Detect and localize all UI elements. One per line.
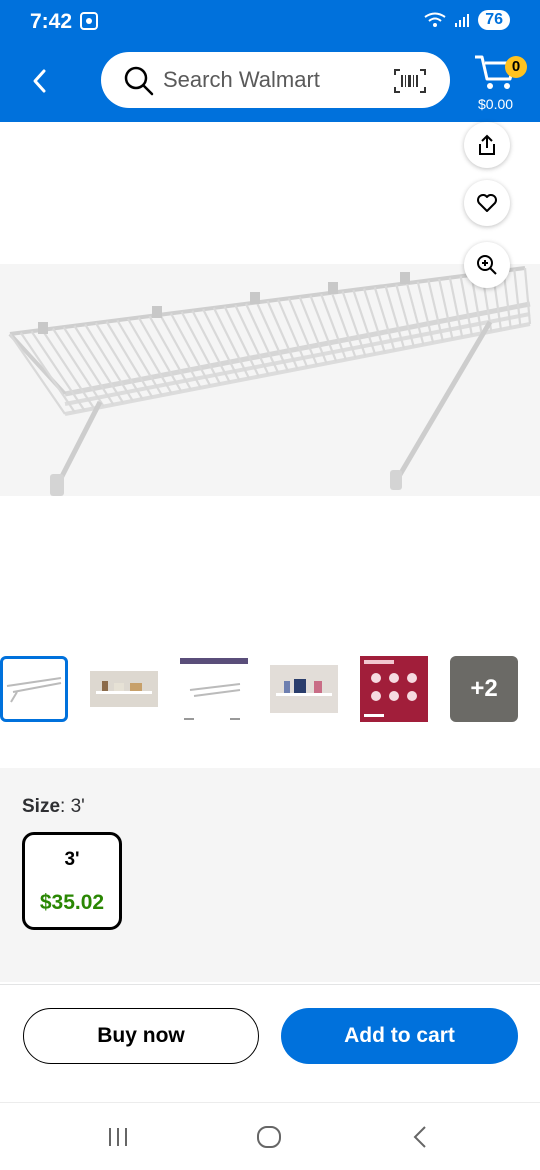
thumbnail-image bbox=[360, 656, 428, 722]
thumb-more-images[interactable]: +2 bbox=[450, 656, 518, 722]
add-to-cart-button[interactable]: Add to cart bbox=[281, 1008, 518, 1064]
wifi-icon bbox=[424, 12, 446, 27]
size-option-name: 3' bbox=[64, 849, 80, 870]
product-image-wire-shelf bbox=[8, 266, 532, 496]
purchase-action-bar: Buy now Add to cart bbox=[0, 984, 540, 1102]
size-heading: Size: 3' bbox=[22, 796, 85, 818]
zoom-button[interactable] bbox=[464, 242, 510, 288]
home-icon[interactable] bbox=[256, 1125, 282, 1149]
status-icons: 76 bbox=[424, 10, 510, 30]
more-images-count: +2 bbox=[470, 675, 498, 702]
search-icon bbox=[124, 66, 154, 96]
share-button[interactable] bbox=[464, 122, 510, 168]
favorite-button[interactable] bbox=[464, 180, 510, 226]
cart-button[interactable]: 0 $0.00 bbox=[472, 52, 532, 114]
cart-count-badge: 0 bbox=[505, 56, 527, 78]
cart-total: $0.00 bbox=[478, 96, 514, 112]
app-header: 7:42 76 0 $0.00 bbox=[0, 0, 540, 122]
thumbnail-strip: +2 bbox=[0, 654, 540, 726]
product-image-area[interactable] bbox=[0, 122, 540, 642]
status-time: 7:42 bbox=[30, 10, 73, 33]
signal-icon bbox=[455, 14, 470, 27]
thumbnail-image bbox=[180, 658, 248, 720]
size-option-3ft[interactable]: 3' $35.02 bbox=[22, 832, 122, 930]
battery-indicator: 76 bbox=[478, 10, 510, 30]
search-bar[interactable] bbox=[101, 52, 450, 108]
thumbnail-image bbox=[90, 671, 158, 707]
thumb-shelf-main[interactable] bbox=[0, 656, 68, 722]
system-nav-bar bbox=[0, 1102, 540, 1170]
barcode-scan-icon[interactable] bbox=[393, 68, 427, 94]
screen-record-icon bbox=[80, 12, 98, 35]
heart-icon bbox=[477, 194, 497, 212]
thumb-fixed-mount[interactable] bbox=[360, 656, 428, 722]
thumb-shelf-diagram[interactable] bbox=[180, 656, 248, 722]
size-option-price: $35.02 bbox=[39, 891, 105, 914]
zoom-in-icon bbox=[477, 255, 497, 275]
thumbnail-image bbox=[6, 677, 62, 703]
share-icon bbox=[479, 134, 495, 155]
thumbnail-image bbox=[270, 665, 338, 713]
size-label: Size bbox=[22, 796, 61, 817]
buy-now-button[interactable]: Buy now bbox=[23, 1008, 259, 1064]
back-nav-icon[interactable] bbox=[410, 1125, 430, 1149]
recent-apps-icon[interactable] bbox=[106, 1125, 130, 1149]
thumb-shelf-kitchen[interactable] bbox=[90, 656, 158, 722]
thumb-shelf-bath[interactable] bbox=[270, 656, 338, 722]
search-input[interactable] bbox=[163, 65, 383, 95]
back-button[interactable] bbox=[28, 66, 54, 96]
chevron-left-icon bbox=[33, 69, 46, 93]
size-selected-value: : 3' bbox=[60, 796, 85, 817]
size-selector: Size: 3' 3' $35.02 bbox=[0, 768, 540, 982]
